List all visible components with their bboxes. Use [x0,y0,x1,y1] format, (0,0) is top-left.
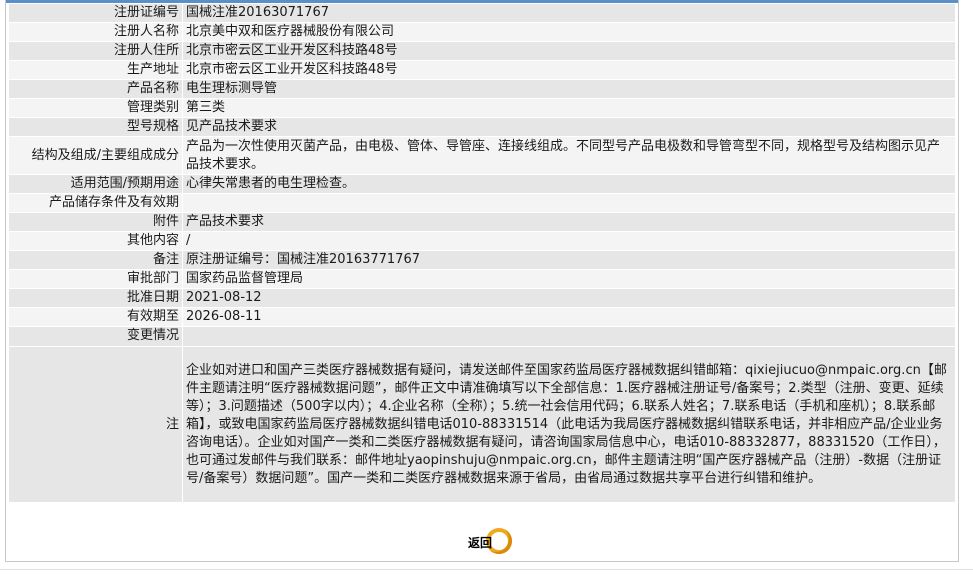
field-value [182,326,956,347]
field-value: 北京市密云区工业开发区科技路48号 [182,60,956,80]
field-value: 产品技术要求 [182,212,956,232]
field-label: 适用范围/预期用途 [8,174,183,194]
field-label: 型号规格 [8,117,183,137]
table-row: 适用范围/预期用途 心律失常患者的电生理检查。 [8,174,956,194]
field-value: 电生理标测导管 [182,79,956,99]
table-row: 附件 产品技术要求 [8,212,956,232]
field-label: 生产地址 [8,60,183,80]
field-label: 产品名称 [8,79,183,99]
back-button-label: 返回 [468,536,493,550]
field-value: 北京美中双和医疗器械股份有限公司 [182,22,956,42]
field-value [182,193,956,213]
field-value: 2026-08-11 [182,307,956,327]
field-label: 有效期至 [8,307,183,327]
field-label: 备注 [8,250,183,270]
note-row: 注 企业如对进口和国产三类医疗器械数据有疑问，请发送邮件至国家药监局医疗器械数据… [8,346,956,503]
field-value: / [182,231,956,251]
field-value: 北京市密云区工业开发区科技路48号 [182,41,956,61]
table-row: 注册人住所 北京市密云区工业开发区科技路48号 [8,41,956,61]
note-text: 企业如对进口和国产三类医疗器械数据有疑问，请发送邮件至国家药监局医疗器械数据纠错… [182,346,956,503]
table-row: 备注 原注册证编号：国械注准20163771767 [8,250,956,270]
table-row: 注册人名称 北京美中双和医疗器械股份有限公司 [8,22,956,42]
field-value: 国家药品监督管理局 [182,269,956,289]
table-row: 审批部门 国家药品监督管理局 [8,269,956,289]
field-label: 产品储存条件及有效期 [8,193,183,213]
field-label: 注册人住所 [8,41,183,61]
table-row: 型号规格 见产品技术要求 [8,117,956,137]
field-value: 2021-08-12 [182,288,956,308]
table-row: 产品储存条件及有效期 [8,193,956,213]
field-label: 其他内容 [8,231,183,251]
table-row: 有效期至 2026-08-11 [8,307,956,327]
table-row: 批准日期 2021-08-12 [8,288,956,308]
table-row: 管理类别 第三类 [8,98,956,118]
field-label: 注册人名称 [8,22,183,42]
page-bottom-divider [0,569,973,570]
table-row: 生产地址 北京市密云区工业开发区科技路48号 [8,60,956,80]
field-label: 审批部门 [8,269,183,289]
field-value: 心律失常患者的电生理检查。 [182,174,956,194]
field-label: 批准日期 [8,288,183,308]
table-row: 产品名称 电生理标测导管 [8,79,956,99]
table-row: 注册证编号 国械注准20163071767 [8,3,956,23]
field-label: 注册证编号 [8,3,183,23]
field-label: 管理类别 [8,98,183,118]
note-label: 注 [8,346,183,503]
field-value: 原注册证编号：国械注准20163771767 [182,250,956,270]
table-row: 变更情况 [8,326,956,347]
field-value: 第三类 [182,98,956,118]
field-label: 附件 [8,212,183,232]
field-label: 结构及组成/主要组成成分 [8,136,183,175]
table-row: 结构及组成/主要组成成分 产品为一次性使用灭菌产品，由电极、管体、导管座、连接线… [8,136,956,175]
field-value: 见产品技术要求 [182,117,956,137]
back-button[interactable]: 返回 [464,527,514,557]
field-label: 变更情况 [8,326,183,347]
registration-info-table: 注册证编号 国械注准20163071767 注册人名称 北京美中双和医疗器械股份… [8,3,956,503]
field-value: 国械注准20163071767 [182,3,956,23]
field-value: 产品为一次性使用灭菌产品，由电极、管体、导管座、连接线组成。不同型号产品电极数和… [182,136,956,175]
table-row: 其他内容 / [8,231,956,251]
detail-panel: 注册证编号 国械注准20163071767 注册人名称 北京美中双和医疗器械股份… [5,0,959,562]
